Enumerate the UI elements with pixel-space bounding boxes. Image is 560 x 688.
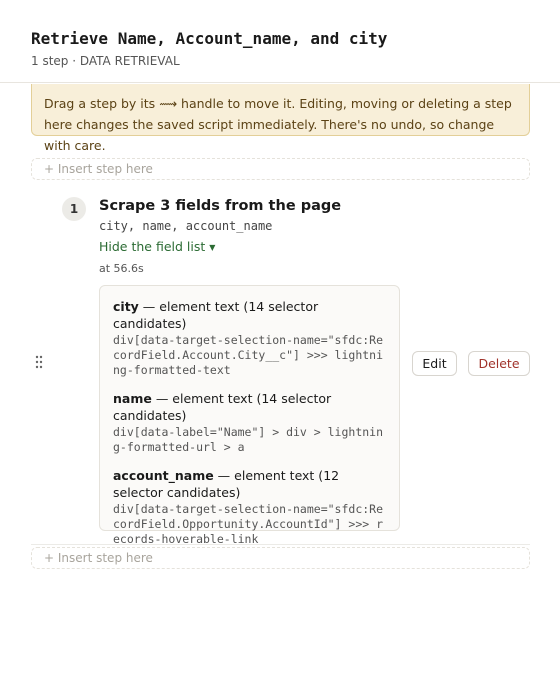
field-description: — element text (14 selector candidates): [113, 299, 319, 331]
warning-banner: Drag a step by its ⟿ handle to move it. …: [31, 84, 530, 153]
page-subtitle: 1 step · DATA RETRIEVAL: [31, 54, 180, 68]
drag-handle-icon[interactable]: [35, 355, 43, 369]
field-list-card: city — element text (14 selector candida…: [99, 285, 400, 546]
page-header: Retrieve Name, Account_name, and city 1 …: [0, 0, 560, 83]
edit-step-button[interactable]: Edit: [412, 351, 457, 376]
field-name: account_name: [113, 468, 214, 483]
toggle-field-list-button[interactable]: Hide the field list ▼: [99, 239, 215, 254]
field-selector: div[data-label="Name"] > div > lightning…: [113, 425, 384, 454]
field-item: name — element text (14 selector candida…: [113, 390, 386, 455]
caret-down-icon: ▼: [209, 243, 216, 252]
field-selector: div[data-target-selection-name="sfdc:Rec…: [113, 333, 384, 377]
delete-step-button[interactable]: Delete: [468, 351, 530, 376]
field-item: city — element text (14 selector candida…: [113, 298, 386, 378]
field-name: name: [113, 391, 152, 406]
field-selector: div[data-target-selection-name="sfdc:Rec…: [113, 502, 384, 546]
toggle-field-list-label: Hide the field list: [99, 239, 206, 254]
page-title: Retrieve Name, Account_name, and city: [31, 29, 388, 48]
insert-step-button[interactable]: + Insert step here: [31, 547, 530, 569]
step-title: Scrape 3 fields from the page: [99, 198, 342, 214]
field-item: account_name — element text (12 selector…: [113, 467, 386, 547]
insert-step-button[interactable]: + Insert step here: [31, 158, 530, 180]
step-fields-summary: city, name, account_name: [99, 219, 273, 233]
field-name: city: [113, 299, 139, 314]
step-number-badge: 1: [62, 197, 86, 221]
step-timestamp: at 56.6s: [99, 262, 144, 275]
divider: [31, 544, 530, 545]
